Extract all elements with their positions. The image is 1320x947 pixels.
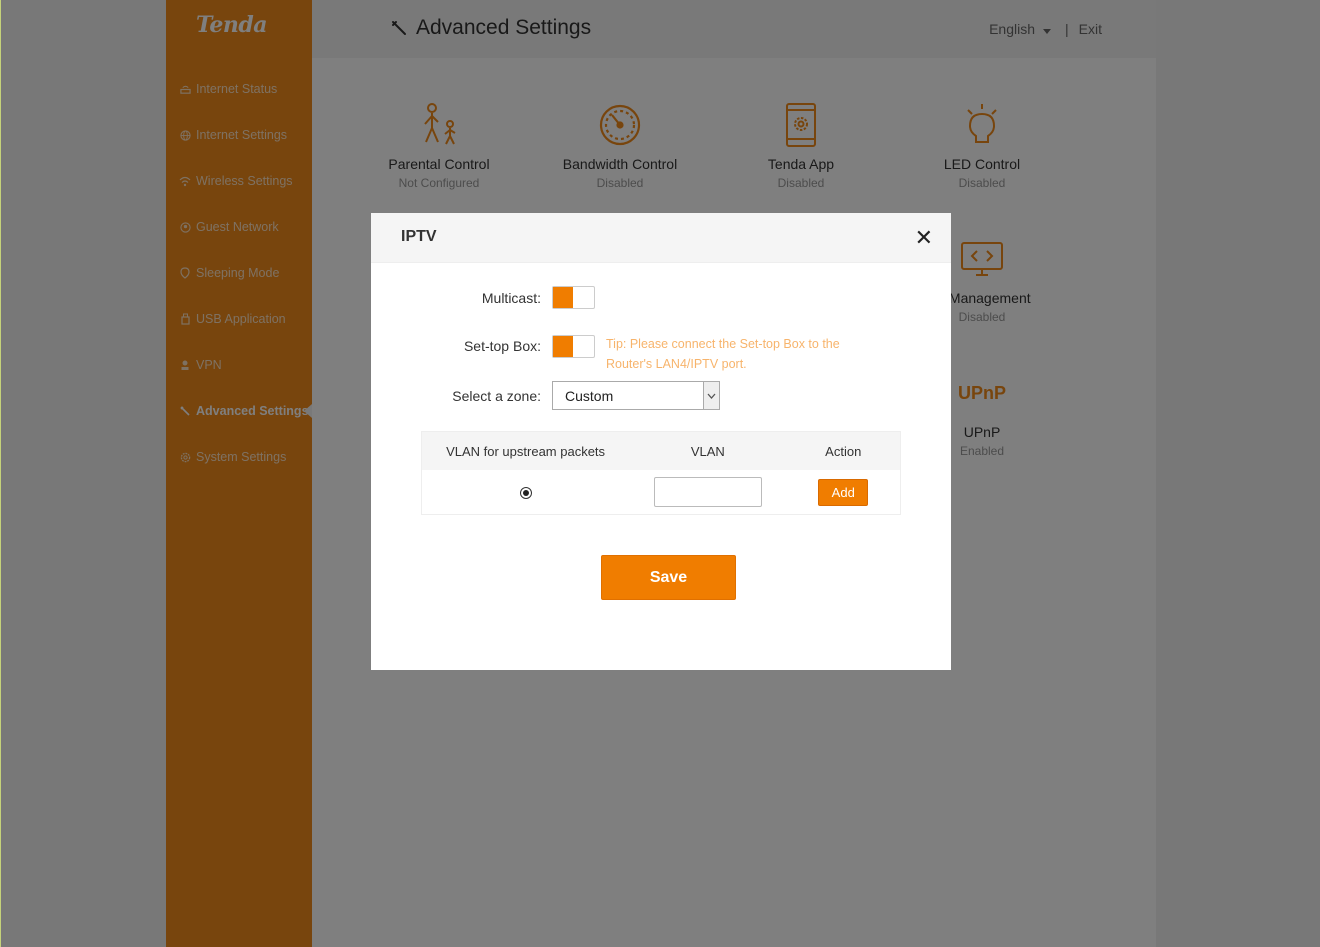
zone-row: Select a zone: Custom	[371, 381, 720, 410]
dialog-header: IPTV ✕	[371, 213, 951, 263]
action-cell: Add	[786, 478, 900, 506]
zone-select[interactable]: Custom	[552, 381, 720, 410]
radio-cell	[422, 483, 629, 501]
iptv-dialog: IPTV ✕ Multicast: Set-top Box: Tip: Plea…	[371, 213, 951, 670]
upstream-radio[interactable]	[519, 487, 532, 499]
column-header: Action	[825, 443, 862, 459]
zone-label: Select a zone:	[452, 387, 541, 404]
zone-select-value: Custom	[565, 387, 614, 404]
settop-tip: Tip: Please connect the Set-top Box to t…	[606, 337, 840, 371]
vlan-cell	[629, 477, 786, 507]
settop-toggle[interactable]	[552, 335, 595, 358]
multicast-row: Multicast:	[371, 286, 595, 309]
table-row: Add	[422, 470, 900, 514]
vlan-input[interactable]	[653, 477, 762, 507]
toggle-on-indicator	[553, 287, 573, 308]
vlan-table-header: VLAN for upstream packets VLAN Action	[422, 432, 900, 470]
dialog-title: IPTV	[401, 228, 437, 245]
close-icon[interactable]: ✕	[915, 225, 933, 251]
settop-label: Set-top Box:	[463, 338, 541, 354]
column-header: VLAN	[690, 443, 725, 459]
vlan-table: VLAN for upstream packets VLAN Action Ad…	[421, 431, 901, 515]
toggle-on-indicator	[553, 336, 573, 357]
chevron-down-icon	[703, 382, 719, 409]
multicast-label: Multicast:	[481, 289, 541, 306]
settop-row: Set-top Box: Tip: Please connect the Set…	[371, 335, 866, 374]
add-button[interactable]: Add	[818, 478, 869, 506]
multicast-toggle[interactable]	[552, 286, 595, 309]
column-header: VLAN for upstream packets	[446, 443, 606, 459]
save-button[interactable]: Save	[601, 555, 736, 600]
